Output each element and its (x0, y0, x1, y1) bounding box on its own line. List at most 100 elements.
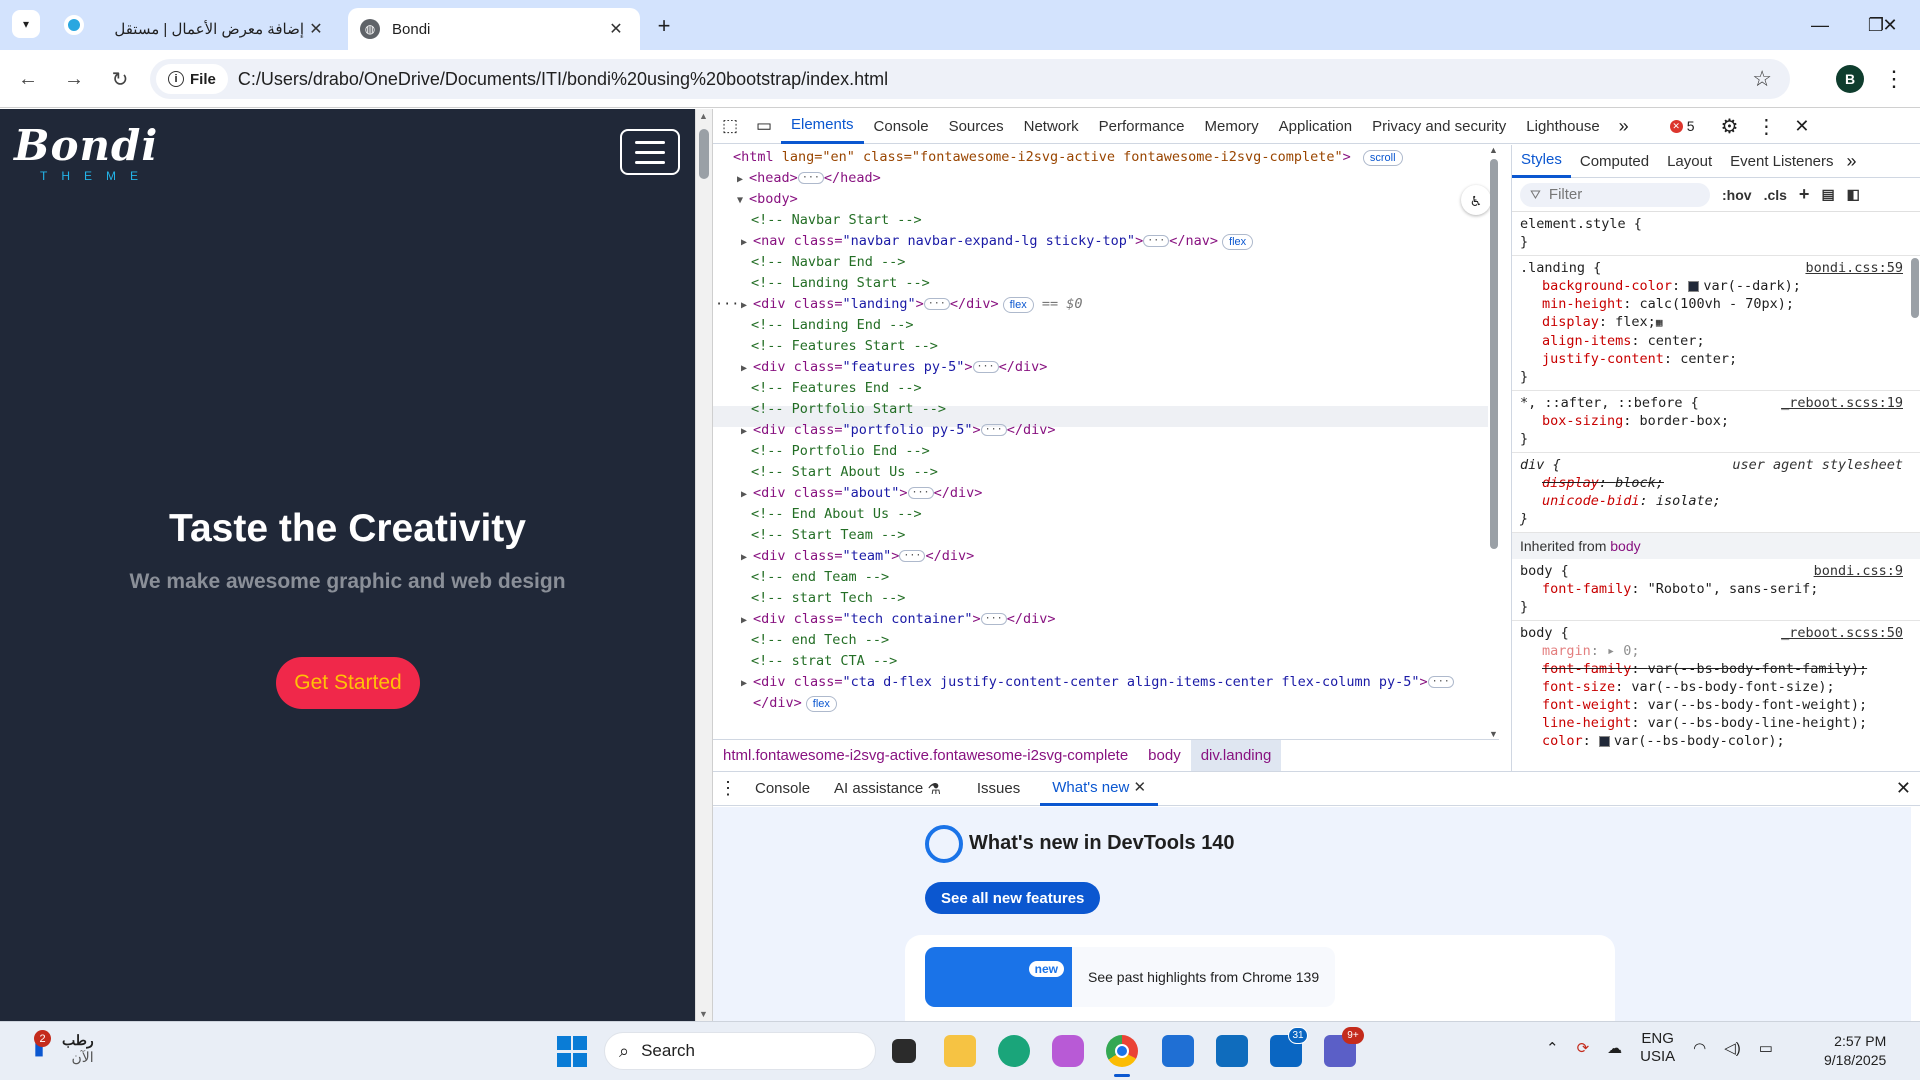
declaration[interactable]: display: flex;▦ (1520, 313, 1913, 332)
site-logo[interactable]: Bondi (14, 121, 158, 170)
dom-line[interactable]: <!-- Features End --> (751, 378, 922, 399)
ellipsis[interactable]: ··· (980, 424, 1007, 436)
tab-application[interactable]: Application (1269, 109, 1362, 144)
dom-line[interactable]: </div> flex (753, 693, 837, 714)
dom-line[interactable]: ▶ <div class="tech container"> ··· </div> (741, 609, 1055, 630)
expand-arrow-icon[interactable]: ▶ (741, 300, 753, 311)
dom-line[interactable]: ▶ <div class="team"> ··· </div> (741, 546, 974, 567)
edge-icon[interactable] (998, 1035, 1030, 1067)
dom-line[interactable]: <!-- start Tech --> (751, 588, 905, 609)
scroll-thumb[interactable] (1490, 159, 1498, 549)
expand-arrow-icon[interactable]: ▶ (741, 678, 753, 689)
drawer-tab-issues[interactable]: Issues (965, 772, 1032, 806)
source-link[interactable]: bondi.css:9 (1814, 562, 1903, 580)
devtools-menu-icon[interactable]: ⋮ (1756, 114, 1776, 139)
new-tab-icon[interactable]: + (650, 12, 678, 40)
outlook-icon[interactable] (1216, 1035, 1248, 1067)
back-icon[interactable]: ← (12, 63, 44, 95)
dom-scrollbar[interactable]: ▲ ▼ (1489, 145, 1499, 739)
weather-widget[interactable]: رطب الآن ▮ 2 (22, 1030, 94, 1066)
file-explorer-icon[interactable] (944, 1035, 976, 1067)
declaration[interactable]: min-height: calc(100vh - 70px); (1520, 295, 1913, 313)
minimize-icon[interactable]: — (1790, 0, 1850, 50)
get-started-button[interactable]: Get Started (276, 657, 420, 709)
paint-icon[interactable]: ▤ (1821, 186, 1834, 203)
drawer-tab-ai-assistance[interactable]: AI assistance ⚗ (822, 772, 953, 806)
ellipsis[interactable]: ··· (907, 487, 934, 499)
color-swatch[interactable] (1598, 735, 1610, 747)
dom-line-html[interactable]: <html lang="en" class="fontawesome-i2svg… (733, 147, 1403, 168)
crumb-html[interactable]: html.fontawesome-i2svg-active.fontawesom… (713, 740, 1138, 772)
store-icon[interactable] (1162, 1035, 1194, 1067)
styles-scrollbar[interactable] (1911, 240, 1919, 771)
ellipsis[interactable]: ··· (923, 298, 950, 310)
declaration[interactable]: margin: ▸ 0; (1520, 642, 1913, 660)
source-link[interactable]: bondi.css:59 (1805, 259, 1903, 277)
dom-line[interactable]: <!-- Landing End --> (751, 315, 914, 336)
lang-indicator[interactable]: ENG USIA (1640, 1030, 1675, 1066)
scroll-badge[interactable]: scroll (1362, 150, 1403, 166)
dom-line[interactable]: ▶ <div class="landing"> ··· </div> flex == … (715, 294, 1083, 315)
copilot-icon[interactable] (1052, 1035, 1084, 1067)
declaration[interactable]: font-size: var(--bs-body-font-size); (1520, 678, 1913, 696)
row-actions-icon[interactable]: ··· (715, 294, 739, 315)
reload-icon[interactable]: ↻ (104, 63, 136, 95)
error-counter[interactable]: ✕ 5 (1669, 118, 1694, 134)
ellipsis[interactable]: ··· (980, 613, 1007, 625)
rule-body-reboot[interactable]: body { _reboot.scss:50 margin: ▸ 0; font… (1512, 621, 1920, 754)
expand-arrow-icon[interactable]: ▶ (741, 552, 753, 563)
declaration[interactable]: box-sizing: border-box; (1520, 412, 1913, 430)
flex-badge[interactable]: flex (1002, 297, 1034, 313)
crumb-body[interactable]: body (1138, 740, 1191, 772)
dom-line[interactable]: <!-- Features Start --> (751, 336, 938, 357)
dom-line[interactable]: <!-- Portfolio End --> (751, 441, 930, 462)
profile-avatar[interactable]: B (1836, 65, 1864, 93)
expand-arrow-icon[interactable]: ▶ (741, 615, 753, 626)
dom-line[interactable]: <!-- Portfolio Start --> (751, 399, 946, 420)
color-swatch[interactable] (1688, 280, 1700, 292)
inherited-from[interactable]: body (1610, 538, 1640, 554)
source-link[interactable]: _reboot.scss:50 (1781, 624, 1903, 642)
ellipsis[interactable]: ··· (1143, 235, 1170, 247)
tab-network[interactable]: Network (1014, 109, 1089, 144)
expand-arrow-icon[interactable]: ▶ (741, 363, 753, 374)
taskbar-search[interactable]: ⌕ Search (604, 1032, 876, 1070)
device-toolbar-icon[interactable]: ▭ (747, 109, 781, 144)
flex-badge[interactable]: flex (805, 696, 837, 712)
declaration[interactable]: font-family: "Roboto", sans-serif; (1520, 580, 1913, 598)
address-bar[interactable]: i File C:/Users/drabo/OneDrive/Documents… (150, 59, 1790, 99)
see-all-features-button[interactable]: See all new features (925, 882, 1101, 914)
accessibility-tree-icon[interactable]: ♿ (1461, 185, 1491, 215)
ellipsis[interactable]: ··· (972, 361, 999, 373)
rule-body-bondi[interactable]: body { bondi.css:9 font-family: "Roboto"… (1512, 559, 1920, 621)
tab-sources[interactable]: Sources (939, 109, 1014, 144)
dom-line[interactable]: ▶ <nav class="navbar navbar-expand-lg st… (741, 231, 1254, 252)
settings-gear-icon[interactable]: ⚙ (1720, 114, 1738, 139)
sidebar-toggle-icon[interactable]: ◧ (1847, 186, 1860, 203)
tab-bondi[interactable]: ◍ Bondi ✕ (348, 8, 640, 50)
expand-arrow-icon[interactable]: ▶ (741, 237, 753, 248)
sync-icon[interactable]: ⟳ (1577, 1039, 1590, 1057)
page-scrollbar[interactable]: ▲ ▼ (695, 109, 712, 1021)
more-tabs-icon[interactable]: » (1847, 151, 1857, 172)
new-rule-icon[interactable]: + (1799, 184, 1810, 205)
dom-line[interactable]: <!-- Navbar Start --> (751, 210, 922, 231)
tab-memory[interactable]: Memory (1195, 109, 1269, 144)
close-tab-icon[interactable]: ✕ (304, 17, 328, 41)
scroll-down-icon[interactable]: ▼ (699, 1009, 708, 1019)
tab-elements[interactable]: Elements (781, 109, 864, 144)
dom-line-body[interactable]: ▼ <body> (737, 189, 798, 210)
scroll-up-icon[interactable]: ▲ (699, 111, 708, 121)
close-devtools-icon[interactable]: ✕ (1794, 116, 1809, 137)
dom-line[interactable]: ▶ <div class="cta d-flex justify-content… (741, 672, 1454, 693)
dom-line[interactable]: <!-- Landing Start --> (751, 273, 930, 294)
declaration[interactable]: font-family: var(--bs-body-font-family); (1520, 660, 1913, 678)
declaration[interactable]: unicode-bidi: isolate; (1520, 492, 1913, 510)
tab-layout[interactable]: Layout (1658, 145, 1721, 178)
rule-div-useragent[interactable]: div { user agent stylesheet display: blo… (1512, 453, 1920, 533)
more-tabs-icon[interactable]: » (1610, 116, 1638, 137)
wifi-icon[interactable]: ◠ (1693, 1039, 1706, 1057)
tab-console[interactable]: Console (864, 109, 939, 144)
clock[interactable]: 2:57 PM 9/18/2025 (1824, 1032, 1886, 1070)
inspect-element-icon[interactable]: ⬚ (713, 109, 747, 144)
